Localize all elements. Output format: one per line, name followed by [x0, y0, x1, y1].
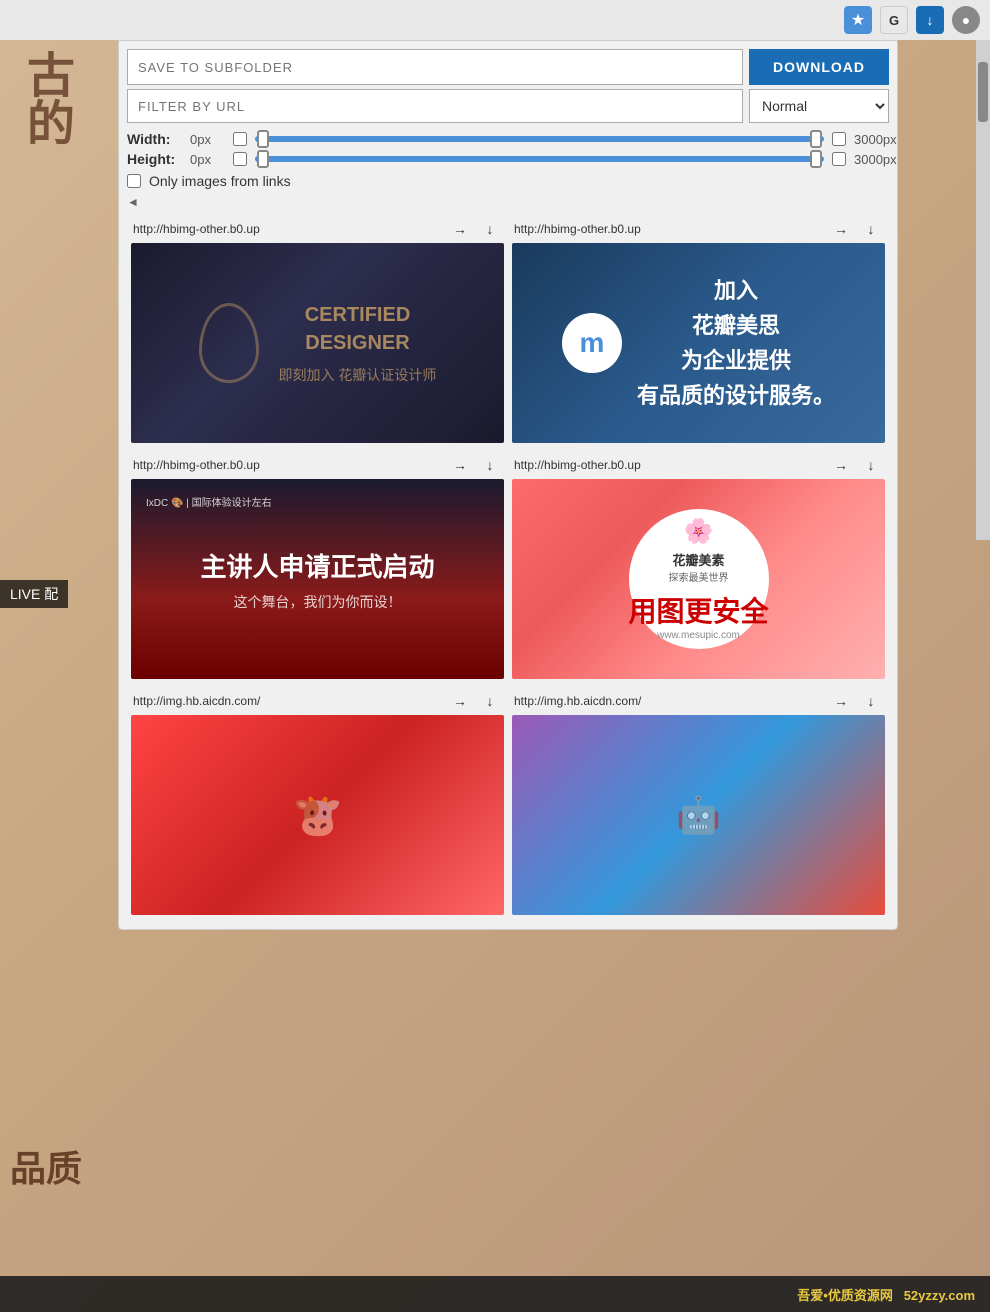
scroll-left-arrow[interactable]: ◄: [127, 195, 139, 209]
image-thumbnail[interactable]: 🌸 花瓣美素 探索最美世界 用图更安全 www.mesupic.com: [512, 479, 885, 679]
download-single-icon[interactable]: ↓: [478, 691, 502, 711]
image-thumbnail[interactable]: CERTIFIEDDESIGNER 即刻加入 花瓣认证设计师: [131, 243, 504, 443]
image-thumbnail[interactable]: 🤖: [512, 715, 885, 915]
list-item: http://hbimg-other.b0.up → ↓ CERTIFIEDDE…: [127, 211, 508, 447]
list-item: http://hbimg-other.b0.up → ↓ IxDC 🎨 | 国际…: [127, 447, 508, 683]
extension-icon[interactable]: ●: [952, 6, 980, 34]
img2-logo: m: [562, 313, 622, 373]
img6-content: 🤖: [676, 794, 721, 836]
img1-content: CERTIFIEDDESIGNER 即刻加入 花瓣认证设计师: [199, 301, 437, 385]
img4-main-text: 用图更安全: [629, 590, 769, 630]
img3-badge: IxDC 🎨 | 国际体验设计左右: [146, 494, 272, 509]
only-images-label: Only images from links: [149, 173, 291, 189]
list-item: http://hbimg-other.b0.up → ↓ m 加入花瓣美思为企业…: [508, 211, 889, 447]
height-max-checkbox[interactable]: [832, 152, 846, 166]
navigate-arrow-icon[interactable]: →: [448, 455, 472, 475]
only-images-row: Only images from links: [119, 169, 897, 193]
img4-brand: 花瓣美素: [672, 550, 724, 569]
download-single-icon[interactable]: ↓: [478, 219, 502, 239]
height-row: Height: 0px 3000px: [119, 149, 897, 169]
img4-logo-icon: 🌸: [684, 517, 714, 546]
image-url-row: http://img.hb.aicdn.com/ → ↓: [131, 687, 504, 715]
image-url-text: http://img.hb.aicdn.com/: [514, 694, 823, 708]
image-url-row: http://hbimg-other.b0.up → ↓: [512, 451, 885, 479]
google-translate-icon[interactable]: G: [880, 6, 908, 34]
height-min-checkbox[interactable]: [233, 152, 247, 166]
image-url-row: http://hbimg-other.b0.up → ↓: [512, 215, 885, 243]
footer-bar: 吾爱•优质资源网 52yzzy.com: [0, 1276, 990, 1312]
image-url-row: http://hbimg-other.b0.up → ↓: [131, 451, 504, 479]
download-single-icon[interactable]: ↓: [859, 691, 883, 711]
img1-subtitle: 即刻加入 花瓣认证设计师: [279, 365, 437, 385]
image-url-text: http://img.hb.aicdn.com/: [133, 694, 442, 708]
width-row: Width: 0px 3000px: [119, 129, 897, 149]
img3-main-text: 主讲人申请正式启动: [200, 547, 434, 584]
img4-url: www.mesupic.com: [657, 630, 740, 641]
navigate-arrow-icon[interactable]: →: [448, 691, 472, 711]
navigate-arrow-icon[interactable]: →: [448, 219, 472, 239]
star-icon[interactable]: ★: [844, 6, 872, 34]
height-max-value: 3000px: [854, 152, 889, 167]
image-url-text: http://hbimg-other.b0.up: [133, 222, 442, 236]
image-thumbnail[interactable]: m 加入花瓣美思为企业提供有品质的设计服务。: [512, 243, 885, 443]
only-images-checkbox[interactable]: [127, 174, 141, 188]
list-item: http://img.hb.aicdn.com/ → ↓ 🐮: [127, 683, 508, 919]
filter-row: Normal Only All: [119, 89, 897, 129]
popup-panel: DOWNLOAD Normal Only All Width: 0px 3000…: [118, 40, 898, 930]
image-thumbnail[interactable]: 🐮: [131, 715, 504, 915]
bg-text-left: 古的: [10, 50, 80, 146]
height-slider-left-thumb[interactable]: [257, 150, 269, 168]
width-max-checkbox[interactable]: [832, 132, 846, 146]
image-url-text: http://hbimg-other.b0.up: [514, 458, 823, 472]
image-thumbnail[interactable]: IxDC 🎨 | 国际体验设计左右 主讲人申请正式启动 这个舞台，我们为你而设！: [131, 479, 504, 679]
navigate-arrow-icon[interactable]: →: [829, 455, 853, 475]
image-url-row: http://img.hb.aicdn.com/ → ↓: [512, 687, 885, 715]
img4-circle: 🌸 花瓣美素 探索最美世界 用图更安全 www.mesupic.com: [629, 509, 769, 649]
img1-title: CERTIFIEDDESIGNER: [279, 301, 437, 357]
download-extension-icon[interactable]: ↓: [916, 6, 944, 34]
height-min-value: 0px: [190, 152, 225, 167]
filter-url-input[interactable]: [127, 89, 743, 123]
scroll-indicator: ◄: [119, 193, 897, 211]
height-slider[interactable]: [255, 156, 824, 162]
image-grid: http://hbimg-other.b0.up → ↓ CERTIFIEDDE…: [119, 211, 897, 919]
subfolder-input[interactable]: [127, 49, 743, 85]
img2-text: 加入花瓣美思为企业提供有品质的设计服务。: [637, 273, 835, 414]
bg-text-bottom: 品质: [10, 1140, 82, 1192]
width-min-value: 0px: [190, 132, 225, 147]
list-item: http://img.hb.aicdn.com/ → ↓ 🤖: [508, 683, 889, 919]
filter-select[interactable]: Normal Only All: [749, 89, 889, 123]
height-label: Height:: [127, 151, 182, 167]
img4-tagline: 探索最美世界: [669, 569, 729, 584]
scrollbar-thumb[interactable]: [978, 62, 988, 122]
width-max-value: 3000px: [854, 132, 889, 147]
width-slider-right-thumb[interactable]: [810, 130, 822, 148]
image-url-text: http://hbimg-other.b0.up: [133, 458, 442, 472]
height-slider-right-thumb[interactable]: [810, 150, 822, 168]
list-item: http://hbimg-other.b0.up → ↓ 🌸 花瓣美素 探索最美…: [508, 447, 889, 683]
img1-text-block: CERTIFIEDDESIGNER 即刻加入 花瓣认证设计师: [279, 301, 437, 385]
width-label: Width:: [127, 131, 182, 147]
image-url-row: http://hbimg-other.b0.up → ↓: [131, 215, 504, 243]
footer-brand: 吾爱•优质资源网: [797, 1288, 893, 1303]
img5-content: 🐮: [293, 792, 343, 839]
top-row: DOWNLOAD: [119, 41, 897, 89]
scrollbar[interactable]: [976, 40, 990, 540]
download-single-icon[interactable]: ↓: [859, 219, 883, 239]
width-slider[interactable]: [255, 136, 824, 142]
download-single-icon[interactable]: ↓: [859, 455, 883, 475]
width-slider-left-thumb[interactable]: [257, 130, 269, 148]
browser-toolbar: ★ G ↓ ●: [0, 0, 990, 40]
navigate-arrow-icon[interactable]: →: [829, 691, 853, 711]
live-badge: LIVE 配: [0, 580, 68, 608]
download-button[interactable]: DOWNLOAD: [749, 49, 889, 85]
certified-logo: [199, 303, 259, 383]
img3-sub-text: 这个舞台，我们为你而设！: [234, 592, 402, 612]
footer-text: 吾爱•优质资源网 52yzzy.com: [797, 1285, 975, 1304]
navigate-arrow-icon[interactable]: →: [829, 219, 853, 239]
footer-domain: 52yzzy.com: [904, 1288, 975, 1303]
image-url-text: http://hbimg-other.b0.up: [514, 222, 823, 236]
download-single-icon[interactable]: ↓: [478, 455, 502, 475]
width-min-checkbox[interactable]: [233, 132, 247, 146]
